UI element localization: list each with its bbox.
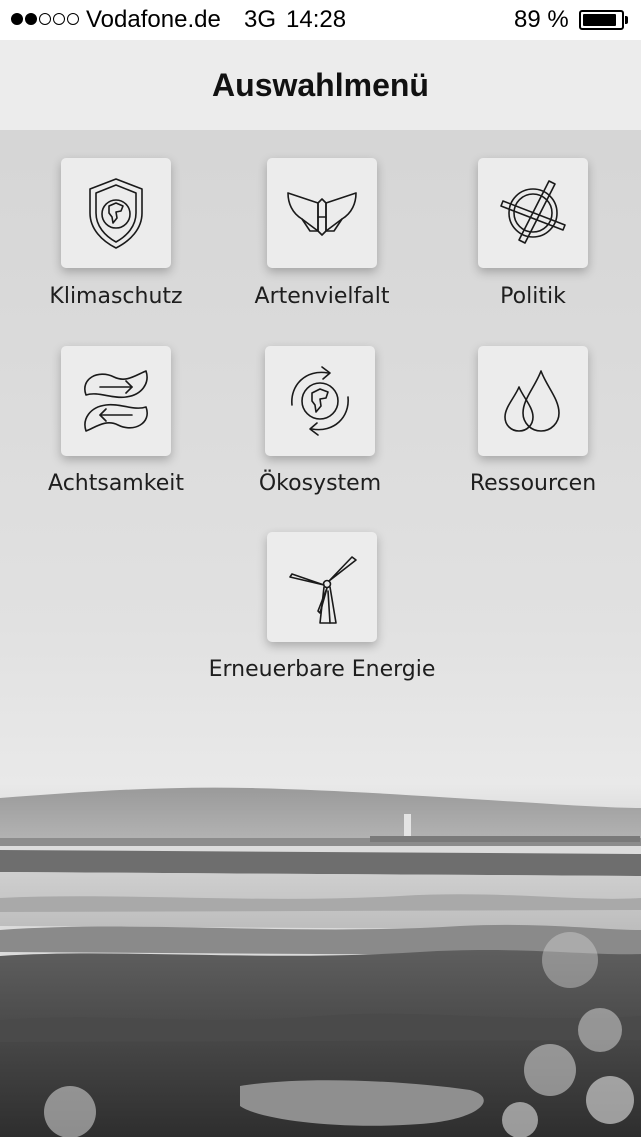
shield-globe-icon: [89, 178, 143, 249]
menu-tile-achtsamkeit[interactable]: [61, 346, 171, 456]
menu-label-erneuerbare-energie[interactable]: Erneuerbare Energie: [202, 657, 442, 682]
menu-label-politik[interactable]: Politik: [413, 284, 641, 309]
battery-percentage: 89 %: [514, 6, 569, 33]
menu-tile-oekosystem[interactable]: [265, 346, 375, 456]
menu-label-ressourcen[interactable]: Ressourcen: [413, 471, 641, 496]
signal-strength-icon: [11, 13, 79, 25]
globe-cycle-icon: [291, 366, 349, 436]
water-drops-icon: [504, 370, 560, 432]
butterfly-icon: [287, 192, 357, 236]
menu-tile-ressourcen[interactable]: [478, 346, 588, 456]
menu-label-klimaschutz[interactable]: Klimaschutz: [0, 284, 236, 309]
status-time: 14:28: [286, 6, 347, 33]
carrier-name: Vodafone.de: [86, 6, 221, 33]
menu-tile-klimaschutz[interactable]: [61, 158, 171, 268]
nav-header: Auswahlmenü: [0, 40, 641, 130]
page-title: Auswahlmenü: [212, 66, 429, 103]
network-type: 3G: [244, 6, 277, 33]
app-screen: Vodafone.de 3G 14:28 89 % Auswahlmenü Kl…: [0, 0, 641, 1137]
battery-icon: [579, 10, 628, 30]
menu-label-oekosystem[interactable]: Ökosystem: [200, 471, 440, 496]
wind-turbine-icon: [289, 556, 357, 624]
yin-yang-leaves-icon: [84, 370, 148, 432]
menu-tile-politik[interactable]: [478, 158, 588, 268]
menu-tile-erneuerbare-energie[interactable]: [267, 532, 377, 642]
menu-label-artenvielfalt[interactable]: Artenvielfalt: [202, 284, 442, 309]
ballot-cross-icon: [500, 180, 566, 244]
landscape-background-image: [0, 787, 641, 1137]
menu-tile-artenvielfalt[interactable]: [267, 158, 377, 268]
status-bar: Vodafone.de 3G 14:28 89 %: [0, 0, 641, 40]
